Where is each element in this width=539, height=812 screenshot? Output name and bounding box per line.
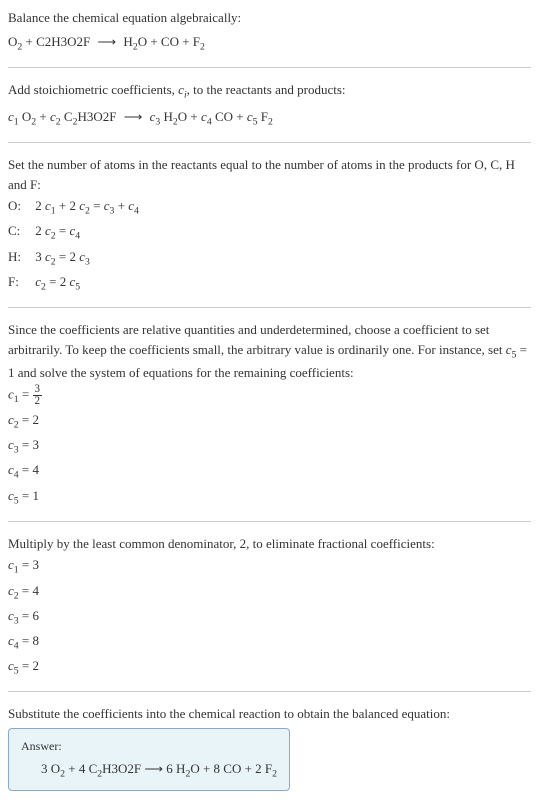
ci-var: ci xyxy=(178,82,187,97)
balance-eq: 2 c2 = c4 xyxy=(35,223,80,238)
coef-c1: c1 = 3 2 xyxy=(8,384,531,408)
element-label: C: xyxy=(8,221,32,241)
multiply-text: Multiply by the least common denominator… xyxy=(8,534,531,554)
solve-section: Since the coefficients are relative quan… xyxy=(8,320,531,509)
stoichiometric-section: Add stoichiometric coefficients, ci, to … xyxy=(8,80,531,130)
balance-text: Set the number of atoms in the reactants… xyxy=(8,155,531,194)
arrow-icon: ⟶ xyxy=(98,34,117,49)
stoich-text: Add stoichiometric coefficients, ci, to … xyxy=(8,80,531,103)
rhs: H2O + CO + F2 xyxy=(123,34,204,49)
balance-eq: 3 c2 = 2 c3 xyxy=(35,249,90,264)
solve-text: Since the coefficients are relative quan… xyxy=(8,320,531,382)
coef-c5: c5 = 1 xyxy=(8,486,531,509)
divider xyxy=(8,142,531,143)
balance-row-O: O: 2 c1 + 2 c2 = c3 + c4 xyxy=(8,196,531,219)
coef-c2: c2 = 4 xyxy=(8,581,531,604)
balance-row-H: H: 3 c2 = 2 c3 xyxy=(8,247,531,270)
coef-equation: c1 O2 + c2 C2H3O2F ⟶ c3 H2O + c4 CO + c5… xyxy=(8,107,531,130)
element-label: O: xyxy=(8,196,32,216)
divider xyxy=(8,521,531,522)
divider xyxy=(8,691,531,692)
coef-c3: c3 = 3 xyxy=(8,435,531,458)
coef-c1: c1 = 3 xyxy=(8,555,531,578)
coef-c4: c4 = 4 xyxy=(8,460,531,483)
element-label: F: xyxy=(8,272,32,292)
coef-c4: c4 = 8 xyxy=(8,631,531,654)
element-label: H: xyxy=(8,247,32,267)
answer-box: Answer: 3 O2 + 4 C2H3O2F ⟶ 6 H2O + 8 CO … xyxy=(8,728,290,791)
coef-c3: c3 = 6 xyxy=(8,606,531,629)
atom-balance-section: Set the number of atoms in the reactants… xyxy=(8,155,531,295)
divider xyxy=(8,307,531,308)
substitute-text: Substitute the coefficients into the che… xyxy=(8,704,531,724)
fraction: 3 2 xyxy=(33,384,43,407)
arrow-icon: ⟶ xyxy=(124,109,143,124)
unbalanced-equation: O2 + C2H3O2F ⟶ H2O + CO + F2 xyxy=(8,32,531,55)
answer-label: Answer: xyxy=(21,737,277,755)
coef-c2: c2 = 2 xyxy=(8,410,531,433)
intro-section: Balance the chemical equation algebraica… xyxy=(8,8,531,55)
substitute-section: Substitute the coefficients into the che… xyxy=(8,704,531,791)
balance-eq: 2 c1 + 2 c2 = c3 + c4 xyxy=(35,198,139,213)
lhs: O2 + C2H3O2F xyxy=(8,34,90,49)
balance-row-F: F: c2 = 2 c5 xyxy=(8,272,531,295)
balance-row-C: C: 2 c2 = c4 xyxy=(8,221,531,244)
divider xyxy=(8,67,531,68)
intro-text: Balance the chemical equation algebraica… xyxy=(8,8,531,28)
coef-c5: c5 = 2 xyxy=(8,656,531,679)
balance-eq: c2 = 2 c5 xyxy=(35,274,80,289)
multiply-section: Multiply by the least common denominator… xyxy=(8,534,531,680)
balanced-equation: 3 O2 + 4 C2H3O2F ⟶ 6 H2O + 8 CO + 2 F2 xyxy=(21,759,277,782)
